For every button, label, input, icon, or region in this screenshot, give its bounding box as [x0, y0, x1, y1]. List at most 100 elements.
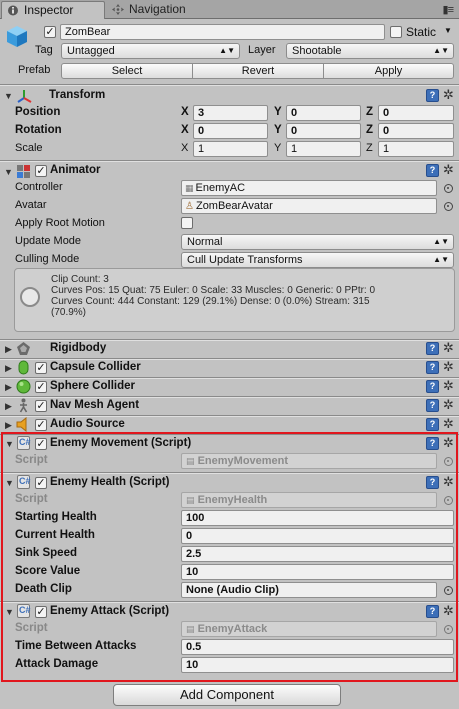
sphere-collider-icon	[16, 379, 31, 394]
dropdown-arrow-icon: ▲▼	[219, 46, 235, 55]
tab-navigation[interactable]: Navigation	[107, 1, 197, 19]
transform-title: Transform	[49, 89, 106, 101]
foldout-collapsed-icon[interactable]: ▶	[5, 420, 12, 431]
tab-menu-icon[interactable]: ▮≡	[443, 3, 455, 16]
gear-icon[interactable]: ✲	[443, 379, 454, 392]
audio-source-icon	[16, 417, 27, 432]
animator-info-text: Clip Count: 3 Curves Pos: 15 Quat: 75 Eu…	[51, 274, 376, 318]
help-icon[interactable]: ?	[426, 361, 439, 374]
scale-y-field[interactable]: 1	[286, 141, 361, 157]
rotation-y-field[interactable]: 0	[286, 123, 361, 139]
audio-source-checkbox[interactable]: ✓	[35, 419, 47, 431]
info-icon	[8, 5, 18, 16]
scale-y-label[interactable]: Y	[274, 142, 281, 154]
rotation-y-label[interactable]: Y	[274, 124, 282, 136]
foldout-collapsed-icon[interactable]: ▶	[5, 401, 12, 412]
help-icon[interactable]: ?	[426, 418, 439, 431]
transform-icon	[17, 90, 32, 103]
info-bubble-icon	[20, 287, 40, 307]
apply-root-motion-checkbox[interactable]	[181, 217, 193, 229]
sphere-collider-checkbox[interactable]: ✓	[35, 381, 47, 393]
divider	[0, 359, 459, 360]
rotation-x-field[interactable]: 0	[193, 123, 268, 139]
update-mode-value: Normal	[187, 236, 223, 248]
animator-enabled-checkbox[interactable]: ✓	[35, 165, 47, 177]
divider	[0, 85, 459, 86]
avatar-field[interactable]: ♙ ZomBearAvatar	[181, 198, 437, 214]
divider	[0, 416, 459, 417]
help-icon[interactable]: ?	[426, 380, 439, 393]
scale-x-label[interactable]: X	[181, 142, 188, 154]
object-picker-icon[interactable]	[444, 202, 453, 211]
position-y-field[interactable]: 0	[286, 105, 361, 121]
gear-icon[interactable]: ✲	[443, 341, 454, 354]
rigidbody-icon	[17, 342, 30, 355]
prefab-select-button[interactable]: Select	[61, 63, 193, 79]
nav-mesh-agent-checkbox[interactable]: ✓	[35, 400, 47, 412]
gameobject-active-checkbox[interactable]: ✓	[44, 26, 56, 38]
capsule-collider-title: Capsule Collider	[50, 361, 141, 373]
help-icon[interactable]: ?	[426, 399, 439, 412]
position-z-label[interactable]: Z	[366, 106, 373, 118]
rotation-z-label[interactable]: Z	[366, 124, 373, 136]
dropdown-arrow-icon: ▲▼	[433, 237, 449, 246]
scale-z-field[interactable]: 1	[378, 141, 454, 157]
foldout-expanded-icon[interactable]: ▼	[4, 91, 13, 101]
animator-title: Animator	[50, 164, 101, 176]
rotation-z-field[interactable]: 0	[378, 123, 454, 139]
culling-mode-dropdown[interactable]: Cull Update Transforms ▲▼	[181, 252, 454, 268]
dropdown-arrow-icon: ▲▼	[433, 46, 449, 55]
scale-x-field[interactable]: 1	[193, 141, 268, 157]
static-dropdown-icon[interactable]: ▼	[444, 26, 452, 35]
divider	[0, 340, 459, 341]
tag-dropdown[interactable]: Untagged ▲▼	[61, 43, 240, 59]
gear-icon[interactable]: ✲	[443, 417, 454, 430]
animator-controller-icon: ▦	[185, 183, 194, 193]
layer-value: Shootable	[292, 45, 342, 57]
tab-inspector-label: Inspector	[24, 3, 74, 17]
culling-mode-value: Cull Update Transforms	[187, 254, 303, 266]
rotation-x-label[interactable]: X	[181, 124, 189, 136]
tab-inspector[interactable]: Inspector	[1, 1, 105, 19]
object-picker-icon[interactable]	[444, 184, 453, 193]
tab-navigation-label: Navigation	[129, 2, 186, 16]
tag-label: Tag	[35, 44, 53, 56]
layer-dropdown[interactable]: Shootable ▲▼	[286, 43, 454, 59]
help-icon[interactable]: ?	[426, 89, 439, 102]
controller-value: EnemyAC	[195, 182, 246, 194]
foldout-collapsed-icon[interactable]: ▶	[5, 382, 12, 393]
static-checkbox[interactable]	[390, 26, 402, 38]
prefab-revert-button[interactable]: Revert	[193, 63, 324, 79]
gear-icon[interactable]: ✲	[443, 398, 454, 411]
foldout-collapsed-icon[interactable]: ▶	[5, 363, 12, 374]
gear-icon[interactable]: ✲	[443, 163, 454, 176]
help-icon[interactable]: ?	[426, 164, 439, 177]
navigation-icon	[112, 4, 124, 15]
position-z-field[interactable]: 0	[378, 105, 454, 121]
scale-label: Scale	[15, 142, 43, 154]
animator-icon	[17, 165, 30, 178]
divider	[0, 378, 459, 379]
rotation-label: Rotation	[15, 124, 62, 136]
layer-label: Layer	[248, 44, 276, 56]
capsule-collider-icon	[18, 360, 29, 375]
animator-info-box: Clip Count: 3 Curves Pos: 15 Quat: 75 Eu…	[14, 268, 455, 332]
gear-icon[interactable]: ✲	[443, 360, 454, 373]
tag-value: Untagged	[67, 45, 115, 57]
gameobject-name-field[interactable]: ZomBear	[60, 24, 385, 40]
culling-mode-label: Culling Mode	[15, 253, 80, 265]
scale-z-label[interactable]: Z	[366, 142, 373, 154]
capsule-collider-checkbox[interactable]: ✓	[35, 362, 47, 374]
gear-icon[interactable]: ✲	[443, 88, 454, 101]
position-y-label[interactable]: Y	[274, 106, 282, 118]
update-mode-label: Update Mode	[15, 235, 82, 247]
update-mode-dropdown[interactable]: Normal ▲▼	[181, 234, 454, 250]
position-x-label[interactable]: X	[181, 106, 189, 118]
help-icon[interactable]: ?	[426, 342, 439, 355]
controller-field[interactable]: ▦ EnemyAC	[181, 180, 437, 196]
add-component-button[interactable]: Add Component	[113, 684, 341, 706]
position-x-field[interactable]: 3	[193, 105, 268, 121]
prefab-apply-button[interactable]: Apply	[324, 63, 454, 79]
foldout-collapsed-icon[interactable]: ▶	[5, 344, 12, 355]
foldout-expanded-icon[interactable]: ▼	[4, 167, 13, 177]
